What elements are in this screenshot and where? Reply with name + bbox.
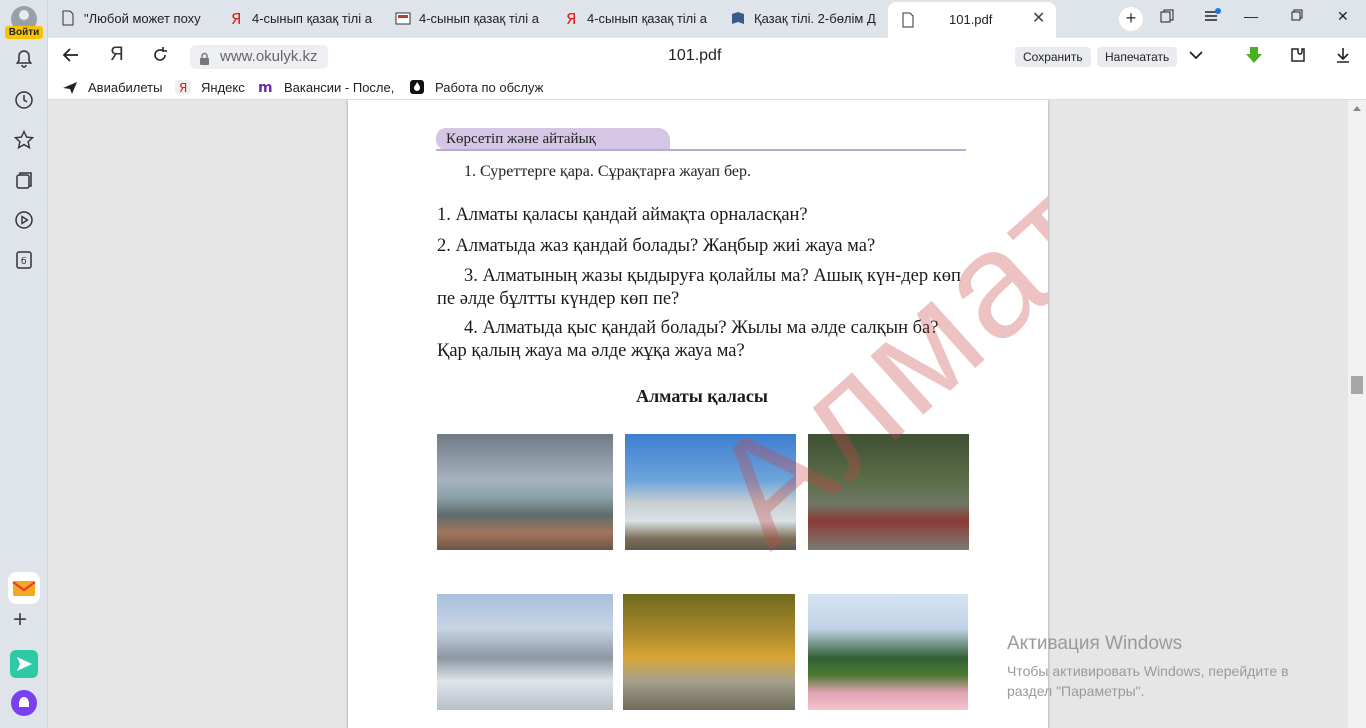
tab-label: 101.pdf xyxy=(949,12,993,27)
login-button[interactable]: Войти xyxy=(5,26,43,39)
scroll-thumb[interactable] xyxy=(1351,376,1363,394)
history-icon[interactable] xyxy=(13,89,35,111)
tab-item[interactable]: 4-сынып қазақ тілі а xyxy=(395,6,545,32)
tab-item[interactable]: Я 4-сынып қазақ тілі а xyxy=(563,6,713,32)
svg-text:б: б xyxy=(21,257,27,267)
downloads-icon[interactable] xyxy=(1334,46,1352,69)
back-icon[interactable] xyxy=(62,46,80,69)
document-icon xyxy=(900,12,916,28)
notifications-icon[interactable] xyxy=(13,48,35,70)
messenger-app-icon[interactable] xyxy=(10,650,38,678)
download-arrow-icon[interactable] xyxy=(1244,45,1264,70)
bookmarks-star-icon[interactable] xyxy=(13,129,35,151)
games-icon[interactable]: б xyxy=(13,249,35,271)
add-panel-icon[interactable]: + xyxy=(13,608,27,632)
alice-assistant-icon[interactable] xyxy=(11,690,37,716)
bookmark-item[interactable]: m Вакансии - После, xyxy=(258,80,395,96)
minimize-button[interactable]: — xyxy=(1244,8,1258,24)
question-4: 4. Алматыда қыс қандай болады? Жылы ма ә… xyxy=(437,318,939,361)
question-3: 3. Алматының жазы қыдыруға қолайлы ма? А… xyxy=(437,266,961,309)
extensions-icon[interactable] xyxy=(1289,46,1307,69)
scroll-up-arrow-icon[interactable] xyxy=(1353,106,1361,111)
video-play-icon[interactable] xyxy=(13,209,35,231)
vertical-scrollbar[interactable] xyxy=(1348,100,1366,728)
tab-label: Қазақ тілі. 2-бөлім Д xyxy=(754,11,876,26)
url-text: www.okulyk.kz xyxy=(220,48,318,65)
photo-autumn-alley xyxy=(623,594,795,710)
vacancies-logo-icon: m xyxy=(258,80,274,96)
task-instruction: 1. Суреттерге қара. Сұрақтарға жауап бер… xyxy=(464,163,752,180)
tabs-overview-icon[interactable] xyxy=(1159,8,1175,27)
bookmark-item[interactable]: Я Яндекс xyxy=(175,80,245,95)
bookmark-label: Работа по обслуж xyxy=(435,80,544,95)
svg-text:Я: Я xyxy=(566,10,576,26)
bookmark-label: Вакансии - После, xyxy=(284,80,395,95)
bookmark-label: Авиабилеты xyxy=(88,80,163,95)
tab-label: 4-сынып қазақ тілі а xyxy=(587,11,707,26)
question-1: 1. Алматы қаласы қандай аймақта орналасқ… xyxy=(437,205,808,225)
lock-icon xyxy=(199,50,210,65)
photo-tulip-park xyxy=(808,594,968,710)
tab-strip: "Любой может поху Я 4-сынып қазақ тілі а… xyxy=(48,0,1366,38)
question-2: 2. Алматыда жаз қандай болады? Жаңбыр жи… xyxy=(437,236,876,256)
section-heading: Көрсетіп және айтайық xyxy=(436,128,670,150)
chevron-down-icon[interactable] xyxy=(1188,47,1204,68)
browser-side-panel: Войти б + xyxy=(0,0,48,728)
menu-icon[interactable] xyxy=(1204,8,1222,27)
book-icon xyxy=(730,10,746,26)
yandex-icon: Я xyxy=(175,80,191,95)
photo-fountain-square xyxy=(625,434,796,550)
document-title: 101.pdf xyxy=(668,47,722,64)
browser-toolbar: Я www.okulyk.kz 101.pdf Сохранить Напеча… xyxy=(48,38,1366,76)
photos-caption: Алматы қаласы xyxy=(636,386,768,406)
activation-title: Активация Windows xyxy=(1007,633,1183,654)
tab-label: "Любой может поху xyxy=(84,11,201,26)
new-tab-button[interactable]: + xyxy=(1119,7,1143,31)
yandex-home-icon[interactable]: Я xyxy=(110,44,124,66)
reload-icon[interactable] xyxy=(151,46,169,69)
svg-text:Я: Я xyxy=(231,10,241,26)
bookmark-label: Яндекс xyxy=(201,80,245,95)
address-bar[interactable]: www.okulyk.kz xyxy=(190,45,328,69)
mail-app-icon[interactable] xyxy=(8,572,40,604)
yandex-icon: Я xyxy=(563,10,579,28)
site-favicon-icon xyxy=(395,10,411,26)
airplane-icon xyxy=(62,80,78,94)
document-icon xyxy=(60,10,76,26)
restore-button[interactable] xyxy=(1291,8,1303,24)
photo-rainy-memorial xyxy=(808,434,969,550)
windows-activation-notice: Активация Windows Чтобы активировать Win… xyxy=(1007,633,1327,701)
pdf-page: Көрсетіп және айтайық 1. Суреттерге қара… xyxy=(348,100,1048,728)
tab-label: 4-сынып қазақ тілі а xyxy=(252,11,372,26)
bookmark-item[interactable]: Работа по обслуж xyxy=(409,80,543,95)
yandex-icon: Я xyxy=(228,10,244,28)
svg-text:Я: Я xyxy=(179,81,187,94)
bookmarks-bar: Авиабилеты Я Яндекс m Вакансии - После, Ра… xyxy=(48,76,1366,100)
section-divider xyxy=(436,149,966,151)
photo-city-panorama xyxy=(437,434,613,550)
flame-logo-icon xyxy=(409,80,425,94)
tab-item[interactable]: "Любой может поху xyxy=(60,6,210,32)
save-button[interactable]: Сохранить xyxy=(1015,47,1091,67)
tab-label: 4-сынып қазақ тілі а xyxy=(419,11,539,26)
print-button[interactable]: Напечатать xyxy=(1097,47,1178,67)
tab-item[interactable]: Я 4-сынып қазақ тілі а xyxy=(228,6,378,32)
photo-snowy-city xyxy=(437,594,613,710)
bookmark-item[interactable]: Авиабилеты xyxy=(62,80,162,95)
activation-text: Чтобы активировать Windows, перейдите в … xyxy=(1007,663,1289,699)
close-tab-icon[interactable]: ✕ xyxy=(1032,8,1045,28)
tab-active[interactable]: 101.pdf ✕ xyxy=(888,2,1056,38)
svg-text:m: m xyxy=(258,80,273,94)
tab-item[interactable]: Қазақ тілі. 2-бөлім Д xyxy=(730,6,882,32)
close-window-button[interactable]: ✕ xyxy=(1337,8,1349,25)
collections-icon[interactable] xyxy=(13,169,35,191)
